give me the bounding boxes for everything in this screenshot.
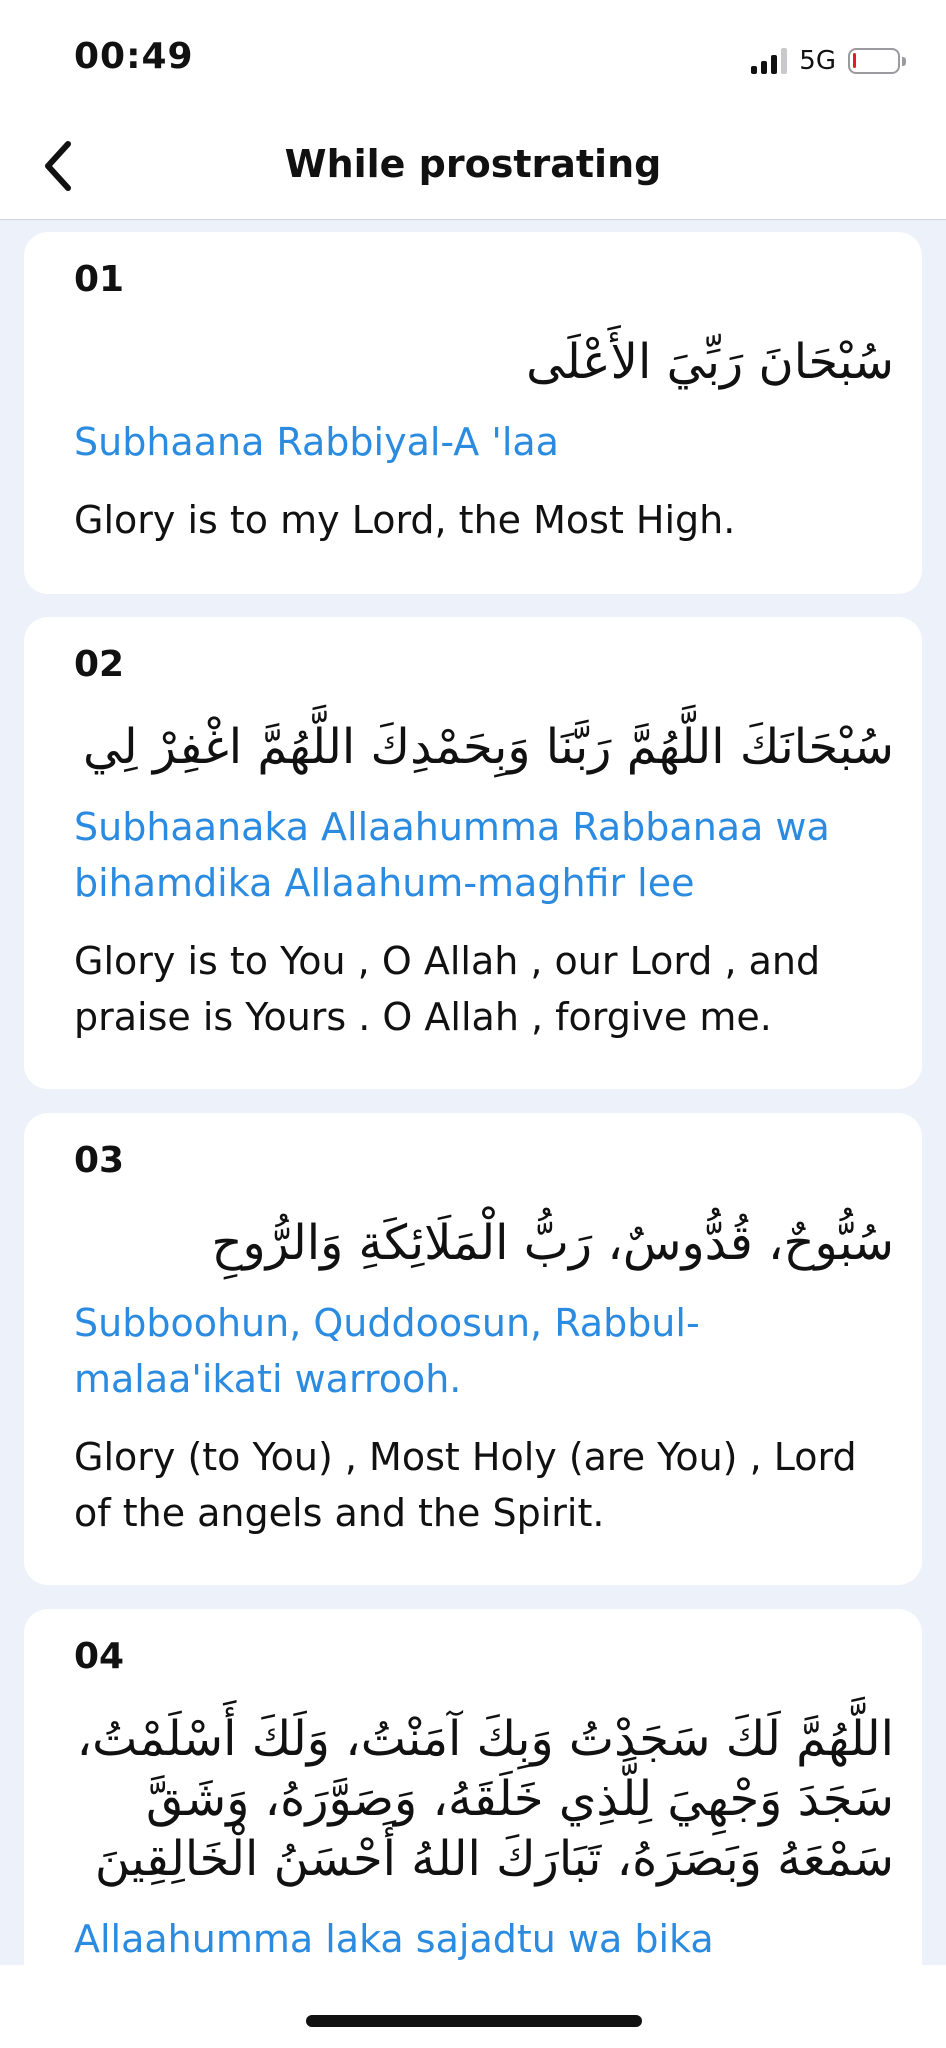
arabic-text: سُبْحَانَكَ اللَّهُمَّ رَبَّنَا وَبِحَمْ…: [82, 719, 894, 775]
dua-card: 03 سُبُّوحٌ، قُدُّوسٌ، رَبُّ الْمَلَائِك…: [24, 1113, 922, 1585]
network-label: 5G: [799, 46, 836, 76]
battery-level: [853, 53, 856, 68]
status-indicators: 5G: [751, 44, 906, 78]
arabic-text: سُبْحَانَ رَبِّيَ الأَعْلَى: [526, 334, 894, 390]
dua-number: 03: [74, 1140, 125, 1181]
transliteration-text: Subhaanaka Allaahumma Rabbanaa wa bihamd…: [74, 805, 830, 905]
status-time: 00:49: [74, 36, 194, 77]
dua-list[interactable]: 01 سُبْحَانَ رَبِّيَ الأَعْلَى Subhaana …: [0, 220, 946, 1965]
battery-icon: [848, 48, 906, 74]
arabic-text: سُبُّوحٌ، قُدُّوسٌ، رَبُّ الْمَلَائِكَةِ…: [211, 1215, 894, 1271]
dua-card: 01 سُبْحَانَ رَبِّيَ الأَعْلَى Subhaana …: [24, 232, 922, 594]
translation-text: Glory is to You , O Allah , our Lord , a…: [74, 939, 821, 1039]
dua-number: 02: [74, 644, 125, 685]
page-title: While prostrating: [284, 142, 662, 186]
dua-number: 04: [74, 1636, 125, 1677]
dua-number: 01: [74, 259, 125, 300]
nav-bar: While prostrating: [0, 112, 946, 220]
transliteration-text: Subhaana Rabbiyal-A 'laa: [74, 420, 559, 464]
translation-text: Glory (to You) , Most Holy (are You) , L…: [74, 1435, 857, 1535]
arabic-text: اللَّهُمَّ لَكَ سَجَدْتُ وَبِكَ آمَنْتُ،…: [76, 1711, 894, 1887]
transliteration-text: Subboohun, Quddoosun, Rabbul-malaa'ikati…: [74, 1301, 700, 1401]
translation-text: Glory is to my Lord, the Most High.: [74, 498, 736, 542]
dua-card: 04 اللَّهُمَّ لَكَ سَجَدْتُ وَبِكَ آمَنْ…: [24, 1609, 922, 1965]
signal-strength-icon: [751, 48, 788, 74]
transliteration-text: Allaahumma laka sajadtu wa bika 'aamantu: [74, 1917, 714, 1961]
home-indicator[interactable]: [306, 2015, 642, 2027]
home-indicator-area: [0, 1965, 946, 2048]
status-bar: 00:49 5G: [0, 0, 946, 112]
dua-card: 02 سُبْحَانَكَ اللَّهُمَّ رَبَّنَا وَبِح…: [24, 617, 922, 1089]
